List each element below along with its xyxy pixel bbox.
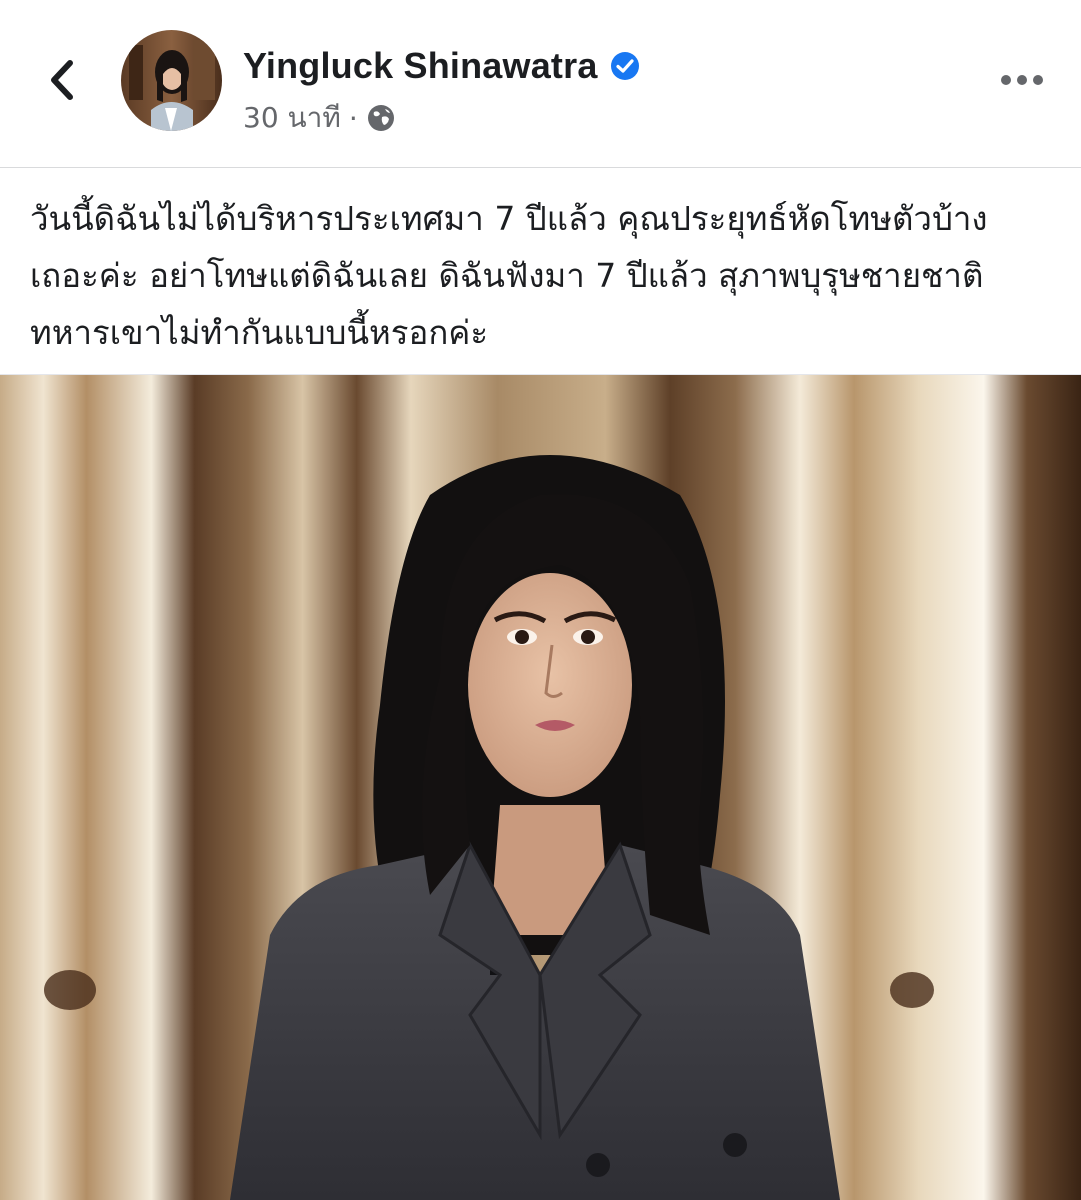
author-avatar[interactable] (121, 30, 222, 131)
post-header: Yingluck Shinawatra 30 นาที · (0, 0, 1081, 168)
post-timestamp[interactable]: 30 นาที (243, 96, 341, 140)
globe-icon (367, 105, 394, 131)
post-photo[interactable] (0, 375, 1081, 1200)
chevron-left-icon (51, 60, 73, 100)
author-line: Yingluck Shinawatra (243, 44, 640, 88)
author-name[interactable]: Yingluck Shinawatra (243, 45, 598, 87)
verified-badge-icon (610, 52, 639, 80)
more-options-icon (1001, 75, 1043, 85)
meta-separator: · (348, 101, 358, 135)
back-button[interactable] (30, 48, 94, 112)
post-text: วันนี้ดิฉันไม่ได้บริหารประเทศมา 7 ปีแล้ว… (30, 199, 988, 352)
facebook-post-view: Yingluck Shinawatra 30 นาที · วันนี้ดิฉั… (0, 0, 1081, 1200)
more-options-button[interactable] (992, 60, 1052, 100)
post-meta: 30 นาที · (243, 98, 396, 138)
